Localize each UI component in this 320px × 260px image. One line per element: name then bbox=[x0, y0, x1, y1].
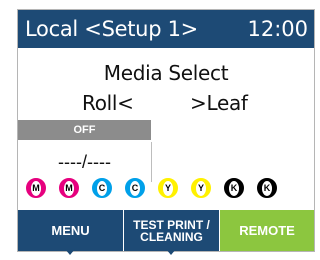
menu-button[interactable]: MENU bbox=[18, 210, 123, 251]
cleaning-label: CLEANING bbox=[140, 229, 203, 244]
ink-indicator-yellow-2: Y bbox=[191, 178, 211, 198]
ink-indicator-cyan-2: C bbox=[125, 178, 145, 198]
ink-indicator-magenta-1: M bbox=[26, 178, 46, 198]
clock: 12:00 bbox=[247, 17, 308, 41]
ink-indicator-black-1: K bbox=[224, 178, 244, 198]
ink-indicator-cyan-1: C bbox=[92, 178, 112, 198]
test-print-cleaning-button[interactable]: TEST PRINT / CLEANING bbox=[124, 210, 219, 251]
media-status-box: OFF ----/---- bbox=[18, 120, 155, 184]
title-bar: Local <Setup 1> 12:00 bbox=[18, 10, 314, 48]
test-arrow-icon bbox=[166, 249, 176, 255]
status-value: ----/---- bbox=[18, 142, 152, 182]
ink-indicators: M M C C Y Y K K bbox=[18, 178, 314, 210]
setting-heading: Media Select bbox=[103, 61, 229, 85]
menu-arrow-icon bbox=[65, 249, 75, 255]
softkey-bar: MENU TEST PRINT / CLEANING REMOTE bbox=[18, 210, 314, 255]
option-roll[interactable]: Roll< bbox=[82, 91, 134, 115]
ink-indicator-magenta-2: M bbox=[59, 178, 79, 198]
panel-screen: Local <Setup 1> 12:00 Media Select Roll<… bbox=[17, 9, 315, 255]
option-leaf[interactable]: >Leaf bbox=[190, 91, 248, 115]
mode-title: Local <Setup 1> bbox=[25, 17, 198, 41]
remote-button[interactable]: REMOTE bbox=[220, 210, 314, 251]
status-label: OFF bbox=[18, 120, 151, 140]
ink-indicator-black-2: K bbox=[257, 178, 277, 198]
ink-indicator-yellow-1: Y bbox=[158, 178, 178, 198]
